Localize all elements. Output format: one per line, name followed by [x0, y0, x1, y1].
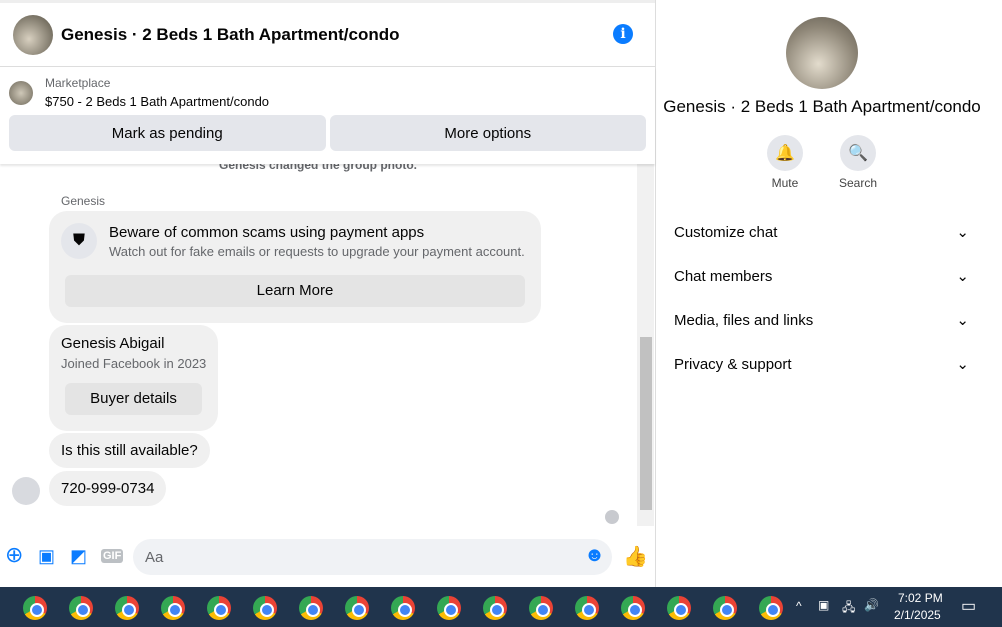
mute-label: Mute: [771, 176, 799, 190]
section-privacy-support[interactable]: Privacy & support ⌄: [657, 342, 987, 386]
taskbar: ^ ▣ 🖧 🔊 7:02 PM 2/1/2025 ▭: [0, 587, 1002, 627]
message-bubble: 720-999-0734: [49, 471, 167, 506]
search-label: Search: [838, 176, 878, 190]
section-media-files-links[interactable]: Media, files and links ⌄: [657, 298, 987, 342]
gif-icon[interactable]: GIF: [101, 549, 124, 563]
chrome-taskbar-icon[interactable]: [483, 596, 507, 620]
chrome-taskbar-icon[interactable]: [207, 596, 231, 620]
read-receipt-avatar: [605, 510, 619, 524]
section-label: Chat members: [674, 267, 773, 285]
chevron-down-icon: ⌄: [956, 268, 969, 285]
tray-expand-icon[interactable]: ^: [796, 599, 802, 613]
buyer-name: Genesis Abigail: [61, 335, 165, 352]
conversation-header: Genesis · 2 Beds 1 Bath Apartment/condo …: [0, 0, 655, 67]
chevron-down-icon: ⌄: [956, 356, 969, 373]
chevron-down-icon: ⌄: [956, 312, 969, 329]
chrome-taskbar-icon[interactable]: [299, 596, 323, 620]
group-photo[interactable]: [786, 17, 858, 89]
plus-icon[interactable]: ⊕: [5, 544, 23, 566]
page-scrollbar[interactable]: [987, 0, 1002, 587]
volume-icon[interactable]: 🔊: [864, 598, 879, 612]
section-label: Customize chat: [674, 223, 778, 241]
chrome-taskbar-icon[interactable]: [667, 596, 691, 620]
chrome-taskbar-icon[interactable]: [713, 596, 737, 620]
sender-avatar[interactable]: [12, 477, 40, 505]
clock-time[interactable]: 7:02 PM: [898, 591, 943, 605]
security-icon[interactable]: ▣: [818, 598, 829, 612]
chrome-taskbar-icon[interactable]: [161, 596, 185, 620]
sticker-icon[interactable]: ◩: [70, 546, 87, 567]
chrome-taskbar-icon[interactable]: [23, 596, 47, 620]
section-label: Media, files and links: [674, 311, 814, 329]
conversation-pane: Genesis · 2 Beds 1 Bath Apartment/condo …: [0, 0, 656, 587]
listing-thumbnail[interactable]: [9, 80, 33, 105]
learn-more-button[interactable]: Learn More: [65, 275, 525, 307]
chrome-taskbar-icon[interactable]: [621, 596, 645, 620]
chevron-down-icon: ⌄: [956, 224, 969, 241]
mark-as-pending-button[interactable]: Mark as pending: [9, 115, 326, 151]
system-message: Genesis changed the group photo.: [218, 164, 417, 172]
buyer-joined: Joined Facebook in 2023: [61, 356, 207, 371]
chrome-taskbar-icon[interactable]: [391, 596, 415, 620]
composer: ⊕ ▣ ◩ GIF Aa ☻ 👍: [0, 536, 656, 580]
network-icon[interactable]: 🖧: [842, 598, 855, 619]
buyer-details-button[interactable]: Buyer details: [65, 383, 202, 415]
sender-name: Genesis: [61, 194, 106, 208]
chrome-taskbar-icon[interactable]: [115, 596, 139, 620]
search-button[interactable]: 🔍 Search: [839, 135, 877, 190]
chrome-taskbar-icon[interactable]: [253, 596, 277, 620]
chrome-taskbar-icon[interactable]: [69, 596, 93, 620]
conversation-title[interactable]: Genesis · 2 Beds 1 Bath Apartment/condo: [61, 25, 400, 45]
scrollbar-thumb[interactable]: [640, 337, 652, 510]
chrome-taskbar-icon[interactable]: [437, 596, 461, 620]
scam-title: Beware of common scams using payment app…: [109, 224, 425, 241]
more-options-button[interactable]: More options: [329, 115, 646, 151]
section-customize-chat[interactable]: Customize chat ⌄: [657, 210, 987, 254]
thumbs-up-icon[interactable]: 👍: [623, 544, 648, 569]
chrome-taskbar-icon[interactable]: [529, 596, 553, 620]
chrome-taskbar-icon[interactable]: [345, 596, 369, 620]
marketplace-banner: Marketplace $750 - 2 Beds 1 Bath Apartme…: [0, 67, 655, 164]
shield-icon: ⛊: [61, 223, 97, 259]
group-avatar[interactable]: [13, 14, 53, 55]
clock-date[interactable]: 2/1/2025: [894, 608, 941, 622]
listing-title[interactable]: $750 - 2 Beds 1 Bath Apartment/condo: [45, 94, 269, 109]
search-icon: 🔍: [840, 135, 876, 171]
panel-title: Genesis · 2 Beds 1 Bath Apartment/condo: [663, 97, 981, 116]
mute-button[interactable]: 🔔 Mute: [766, 135, 803, 190]
buyer-card: Genesis Abigail Joined Facebook in 2023 …: [49, 325, 218, 431]
message-bubble: Is this still available?: [49, 433, 210, 468]
info-icon[interactable]: i: [613, 24, 633, 44]
section-label: Privacy & support: [674, 355, 792, 373]
chrome-taskbar-icon[interactable]: [759, 596, 783, 620]
scam-body: Watch out for fake emails or requests to…: [109, 244, 525, 259]
chrome-taskbar-icon[interactable]: [575, 596, 599, 620]
message-input[interactable]: Aa: [133, 539, 612, 575]
scam-warning-card: ⛊ Beware of common scams using payment a…: [49, 211, 541, 323]
emoji-icon[interactable]: ☻: [584, 544, 605, 567]
section-chat-members[interactable]: Chat members ⌄: [657, 254, 987, 298]
details-panel: Genesis · 2 Beds 1 Bath Apartment/condo …: [657, 0, 987, 587]
bell-icon: 🔔: [766, 135, 803, 171]
message-list: Genesis changed the group photo. Genesis…: [0, 164, 636, 526]
photo-icon[interactable]: ▣: [38, 546, 55, 567]
notifications-icon[interactable]: ▭: [961, 596, 976, 616]
marketplace-label: Marketplace: [45, 76, 111, 90]
